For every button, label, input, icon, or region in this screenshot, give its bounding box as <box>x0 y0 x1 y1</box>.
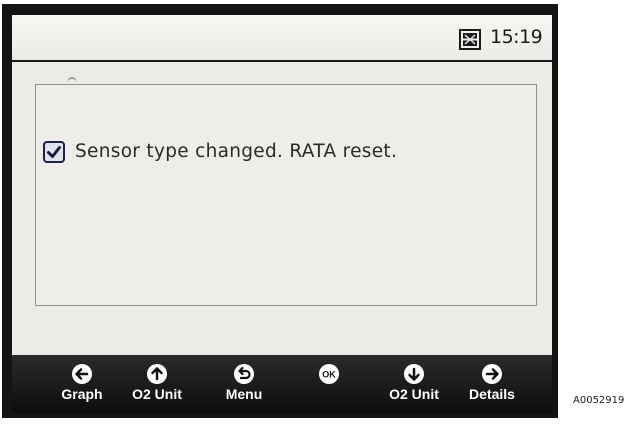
arrow-right-icon <box>482 364 502 384</box>
softkey-menu[interactable]: Menu <box>209 359 279 411</box>
softkey-details[interactable]: Details <box>457 359 527 411</box>
device-bezel: 15:19 Sensor type changed. RATA reset. G… <box>2 4 558 418</box>
softkey-label: Graph <box>61 386 103 402</box>
softkey-o2-unit-down[interactable]: O2 Unit <box>379 359 449 411</box>
softkey-label: Details <box>469 386 515 402</box>
status-message: Sensor type changed. RATA reset. <box>75 141 398 162</box>
status-bar: 15:19 <box>12 15 552 60</box>
arrow-down-icon <box>404 364 424 384</box>
softkey-label: O2 Unit <box>389 386 439 402</box>
softkey-ok[interactable]: OK <box>294 359 364 411</box>
checkbox-checked-icon <box>43 141 65 163</box>
status-divider <box>12 60 552 62</box>
softkey-label: Menu <box>225 386 263 402</box>
message-panel <box>35 84 537 306</box>
back-icon <box>234 364 254 384</box>
device-status-icon <box>459 29 481 50</box>
device-screen: 15:19 Sensor type changed. RATA reset. G… <box>12 15 552 413</box>
softkey-label: O2 Unit <box>132 386 182 402</box>
ok-icon: OK <box>319 364 339 384</box>
figure-id: A0052919 <box>573 395 625 406</box>
svg-text:OK: OK <box>322 370 336 380</box>
arrow-left-icon <box>72 364 92 384</box>
softkey-graph[interactable]: Graph <box>47 359 117 411</box>
arrow-up-icon <box>147 364 167 384</box>
softkey-o2-unit-up[interactable]: O2 Unit <box>122 359 192 411</box>
clock: 15:19 <box>490 26 543 48</box>
